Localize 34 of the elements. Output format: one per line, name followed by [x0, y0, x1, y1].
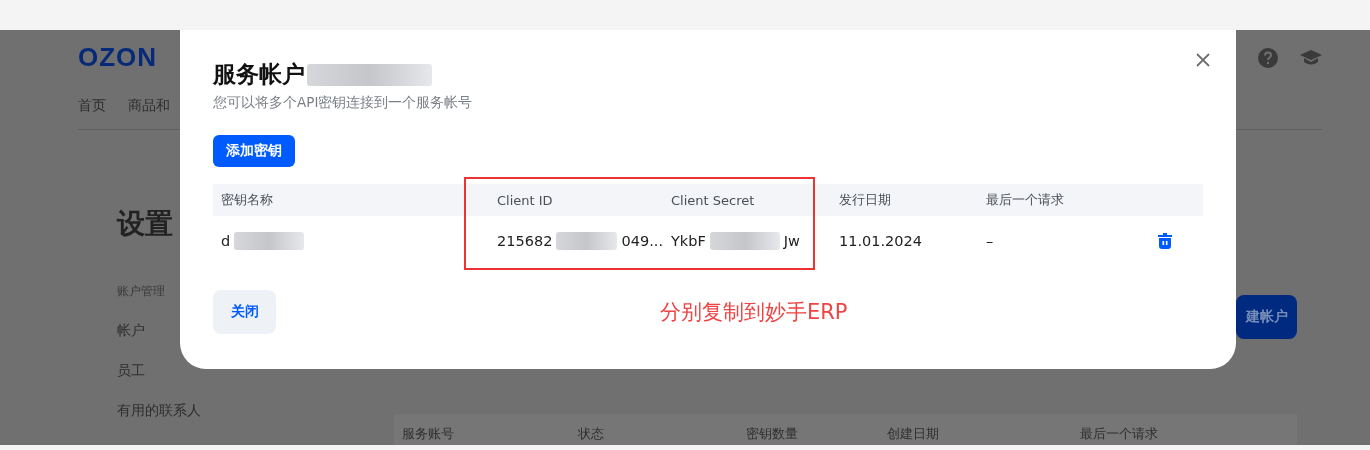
column-header: Client ID [496, 192, 554, 208]
redacted-text [556, 232, 618, 250]
annotation-text: 分别复制到妙手ERP [660, 299, 848, 326]
table-cell: 215682 [497, 233, 553, 249]
table-cell: Jw [783, 233, 800, 249]
sidebar-item[interactable]: 帐户 [117, 322, 145, 340]
add-key-button[interactable]: 添加密钥 [213, 135, 295, 167]
close-icon[interactable] [1196, 53, 1210, 67]
table-cell: YkbF [671, 233, 706, 249]
column-header: 发行日期 [838, 191, 892, 209]
column-header: 最后一个请求 [985, 191, 1065, 209]
sidebar-item[interactable]: 员工 [117, 362, 145, 380]
modal-title: 服务帐户 [213, 60, 305, 89]
column-header: 密钥名称 [220, 191, 274, 209]
table-cell: d [221, 233, 231, 249]
column-header: 创建日期 [887, 425, 940, 443]
column-header: 密钥数量 [746, 425, 799, 443]
logo[interactable]: OZON [78, 42, 158, 73]
redacted-text [709, 232, 780, 250]
column-header: 服务账号 [402, 425, 455, 443]
redacted-text [234, 232, 305, 250]
modal-subtitle: 您可以将多个API密钥连接到一个服务帐号 [213, 94, 473, 112]
column-header: 状态 [578, 425, 605, 443]
sidebar-item[interactable]: 有用的联系人 [117, 402, 201, 420]
trash-icon[interactable] [1158, 233, 1172, 249]
column-header: Client Secret [670, 192, 756, 208]
nav-item[interactable]: 商品和 [128, 97, 170, 115]
table-cell: 11.01.2024 [839, 233, 923, 249]
table-cell: 049... [621, 233, 663, 249]
create-account-button[interactable]: 建帐户 [1236, 295, 1297, 339]
page-heading: 设置 [117, 206, 173, 242]
nav-item[interactable]: 首页 [78, 97, 106, 115]
close-button[interactable]: 关闭 [213, 290, 276, 334]
table-cell: – [986, 233, 994, 249]
